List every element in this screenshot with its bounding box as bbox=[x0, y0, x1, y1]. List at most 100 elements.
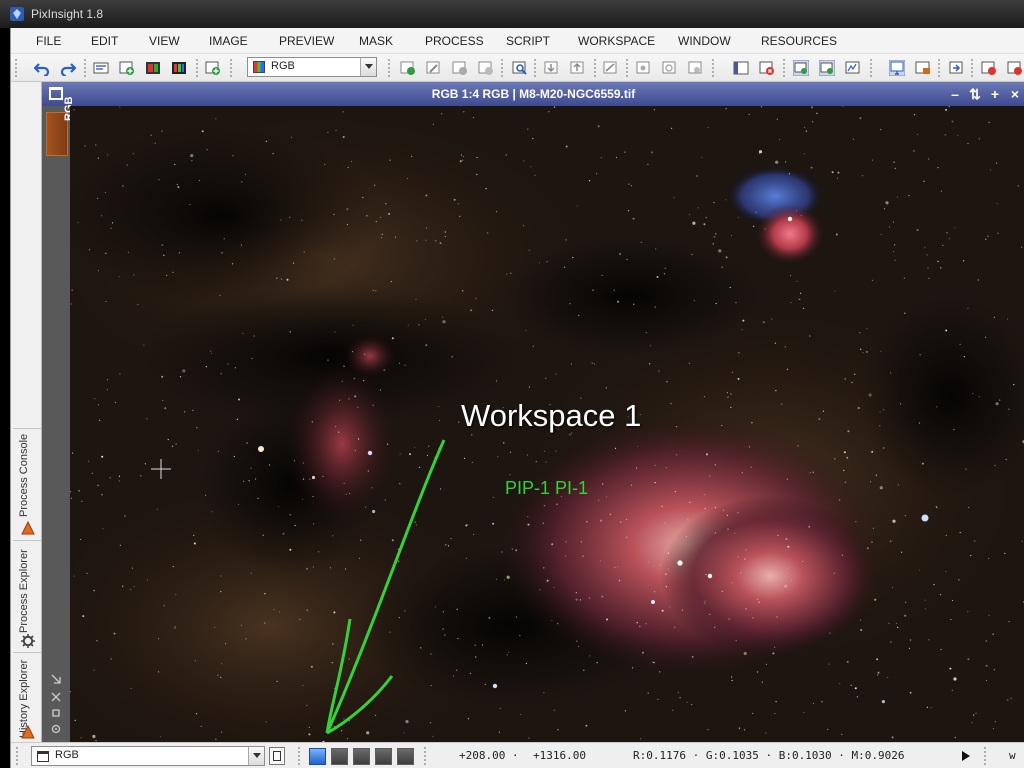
menu-image[interactable]: IMAGE bbox=[209, 34, 248, 48]
close-icon[interactable]: × bbox=[1006, 82, 1024, 106]
menu-resources[interactable]: RESOURCES bbox=[761, 34, 837, 48]
chevron-down-icon[interactable] bbox=[360, 58, 376, 76]
play-icon[interactable] bbox=[962, 751, 970, 761]
toolbar-separator bbox=[500, 58, 504, 78]
screen-info-icon[interactable] bbox=[915, 60, 931, 76]
workspace-5-button[interactable] bbox=[397, 748, 414, 765]
toolbar-separator bbox=[937, 58, 941, 78]
new-view-icon[interactable] bbox=[269, 747, 285, 765]
toolbar-separator bbox=[711, 58, 715, 78]
target-icon[interactable] bbox=[51, 724, 61, 734]
app-title: PixInsight 1.8 bbox=[31, 7, 104, 21]
workspace-1-button[interactable] bbox=[309, 748, 326, 765]
fit-icon[interactable] bbox=[51, 692, 61, 702]
close-all-icon[interactable] bbox=[981, 60, 997, 76]
image-properties-icon[interactable] bbox=[93, 60, 109, 76]
status-bar: RGB +208.00 · +1316.00 R:0.1176 · G:0.10… bbox=[11, 742, 1024, 768]
histogram-icon[interactable] bbox=[845, 60, 861, 76]
rgb-channels-icon[interactable] bbox=[171, 60, 187, 76]
close-other-icon[interactable] bbox=[1007, 60, 1023, 76]
workspace-overlay-title: Workspace 1 bbox=[461, 398, 642, 433]
toolbar-separator bbox=[387, 58, 391, 78]
toolbar-separator bbox=[195, 58, 199, 78]
workspace-4-button[interactable] bbox=[375, 748, 392, 765]
new-image-icon[interactable] bbox=[119, 60, 135, 76]
sidebar-tab-process-console[interactable]: Process Console bbox=[13, 428, 41, 538]
toolbar-separator bbox=[423, 746, 427, 766]
menu-window[interactable]: WINDOW bbox=[678, 34, 731, 48]
view-tab-rgb[interactable]: RGB bbox=[46, 97, 75, 156]
import-icon[interactable] bbox=[948, 60, 964, 76]
toolbar-separator bbox=[297, 746, 301, 766]
preview-edit-icon[interactable] bbox=[426, 60, 442, 76]
status-edge-text: w bbox=[1009, 749, 1016, 762]
view-selector[interactable]: RGB bbox=[247, 57, 377, 77]
chevron-down-icon[interactable] bbox=[248, 747, 264, 765]
sidebar-tab-label: Process Console bbox=[18, 433, 30, 517]
maximize-icon[interactable]: + bbox=[986, 82, 1004, 106]
mask-icon[interactable] bbox=[145, 60, 161, 76]
mask-remove-icon[interactable] bbox=[688, 60, 704, 76]
menu-view[interactable]: VIEW bbox=[149, 34, 180, 48]
window-layout-icon[interactable] bbox=[733, 60, 749, 76]
zoom-icon[interactable] bbox=[512, 60, 528, 76]
arrow-down-right-icon[interactable] bbox=[51, 674, 61, 684]
workspace-3-button[interactable] bbox=[353, 748, 370, 765]
app-titlebar: PixInsight 1.8 bbox=[0, 0, 1024, 28]
menu-script[interactable]: SCRIPT bbox=[506, 34, 550, 48]
pixinsight-logo-icon bbox=[10, 7, 24, 21]
undo-icon[interactable] bbox=[34, 60, 50, 76]
auto-stretch-icon[interactable] bbox=[819, 60, 835, 76]
preview-copy-icon[interactable] bbox=[452, 60, 468, 76]
menu-mask[interactable]: MASK bbox=[359, 34, 393, 48]
triangle-icon bbox=[21, 521, 35, 535]
mask-invert-icon[interactable] bbox=[603, 60, 619, 76]
redo-icon[interactable] bbox=[60, 60, 76, 76]
sidebar-tab-label: Process Explorer bbox=[18, 549, 30, 633]
history-icon bbox=[21, 725, 35, 739]
image-window-titlebar[interactable]: RGB 1:4 RGB | M8-M20-NGC6559.tif – ⇅ + × bbox=[42, 82, 1024, 106]
toolbar-separator bbox=[869, 58, 873, 78]
toolbar-separator bbox=[533, 58, 537, 78]
toolbar-separator bbox=[593, 58, 597, 78]
close-window-icon[interactable] bbox=[759, 60, 775, 76]
workspace-2-button[interactable] bbox=[331, 748, 348, 765]
status-view-selector-value: RGB bbox=[55, 749, 79, 761]
toolbar-separator bbox=[782, 58, 786, 78]
menu-process[interactable]: PROCESS bbox=[425, 34, 484, 48]
menu-bar: FILE EDIT VIEW IMAGE PREVIEW MASK PROCES… bbox=[11, 28, 1024, 54]
mask-select-icon[interactable] bbox=[544, 60, 560, 76]
workspace-overlay-subtitle: PIP-1 PI-1 bbox=[505, 478, 589, 498]
statusbar-grip bbox=[15, 746, 19, 766]
sidebar-tab-process-explorer[interactable]: Process Explorer bbox=[13, 540, 41, 648]
pixel-value-readout: R:0.1176 · G:0.1035 · B:0.1030 · M:0.902… bbox=[633, 749, 905, 762]
mask-apply-icon[interactable] bbox=[570, 60, 586, 76]
monitor-icon[interactable] bbox=[889, 60, 905, 76]
view-selector-value: RGB bbox=[271, 60, 295, 72]
stf-icon[interactable] bbox=[793, 60, 809, 76]
left-sidebar: Process Console Process Explorer History… bbox=[11, 82, 42, 742]
menu-preview[interactable]: PREVIEW bbox=[279, 34, 334, 48]
view-tools bbox=[42, 606, 70, 742]
menu-workspace[interactable]: WORKSPACE bbox=[578, 34, 655, 48]
window-icon bbox=[37, 751, 49, 762]
status-view-selector[interactable]: RGB bbox=[31, 746, 265, 766]
shade-icon[interactable]: ⇅ bbox=[966, 82, 984, 106]
sidebar-tab-history-explorer[interactable]: History Explorer bbox=[13, 652, 41, 742]
image-window-title: RGB 1:4 RGB | M8-M20-NGC6559.tif bbox=[431, 87, 636, 101]
gear-icon bbox=[21, 634, 35, 648]
pin-icon[interactable] bbox=[51, 708, 61, 718]
image-window[interactable]: RGB 1:4 RGB | M8-M20-NGC6559.tif – ⇅ + ×… bbox=[42, 82, 1024, 742]
minimize-icon[interactable]: – bbox=[946, 82, 964, 106]
toolbar-separator bbox=[970, 58, 974, 78]
preview-new-icon[interactable] bbox=[400, 60, 416, 76]
mask-enable-icon[interactable] bbox=[662, 60, 678, 76]
new-preview-icon[interactable] bbox=[205, 60, 221, 76]
main-toolbar: RGB bbox=[11, 54, 1024, 82]
menu-file[interactable]: FILE bbox=[36, 34, 61, 48]
main-window: FILE EDIT VIEW IMAGE PREVIEW MASK PROCES… bbox=[10, 28, 1024, 768]
menu-edit[interactable]: EDIT bbox=[91, 34, 118, 48]
preview-delete-icon[interactable] bbox=[478, 60, 494, 76]
toolbar-separator bbox=[625, 58, 629, 78]
mask-show-icon[interactable] bbox=[636, 60, 652, 76]
